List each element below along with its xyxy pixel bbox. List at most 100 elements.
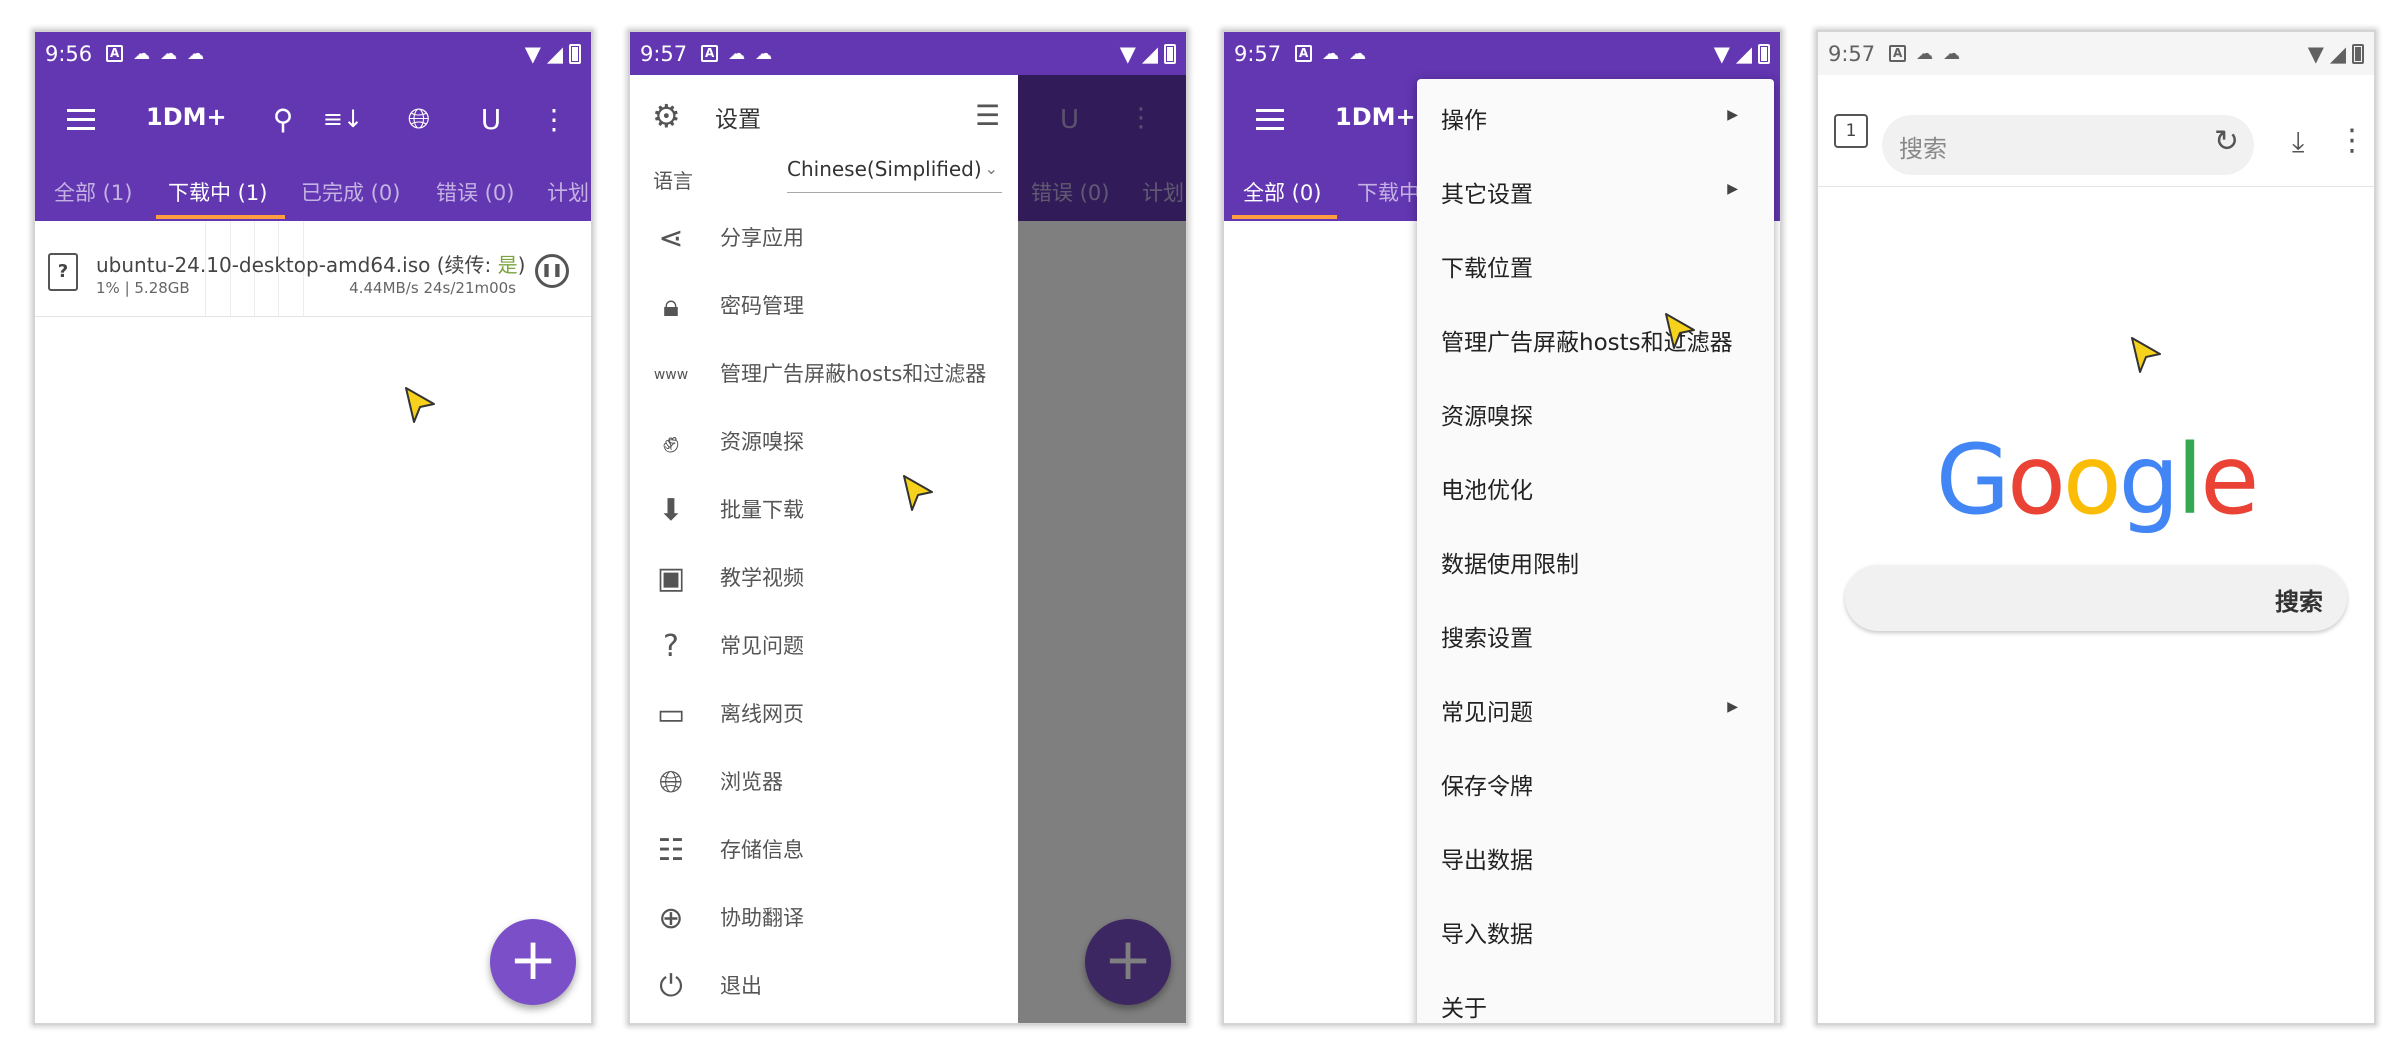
resume-value: 是 <box>497 253 518 277</box>
menu-item-import[interactable]: 导入数据 <box>1417 893 1774 967</box>
faq-icon: ? <box>663 629 679 664</box>
reload-icon[interactable]: ↻ <box>2214 124 2239 159</box>
screen-browser: 9:57 A ☁ ☁ ▼ ◢ 1 搜索 ↻ ⤓ ⋮ Google 搜索 <box>1816 30 2376 1025</box>
notification-a-icon: A <box>106 45 124 62</box>
drawer-item-share[interactable]: ⋖ 分享应用 <box>630 208 1018 268</box>
share-icon: ⋖ <box>658 221 684 256</box>
cloud-icon: ☁ <box>187 43 205 64</box>
globe-icon[interactable]: 🌐︎ <box>397 97 441 141</box>
status-bar: 9:57 A ☁ ☁ ▼ ◢ <box>1818 32 2374 75</box>
download-icon[interactable]: ⤓ <box>2292 125 2304 159</box>
screen-downloads: 9:56 A ☁ ☁ ☁ ▼ ◢ 1DM+ ⚲ ≡↓ 🌐︎ U ⋮ 全部 (1)… <box>33 30 593 1025</box>
menu-item-export[interactable]: 导出数据 <box>1417 819 1774 893</box>
tab-strip: 全部 (1) 下载中 (1) 已完成 (0) 错误 (0) 计划 <box>35 163 591 221</box>
notification-a-icon: A <box>1889 45 1907 62</box>
app-bar: 1DM+ ⚲ ≡↓ 🌐︎ U ⋮ 全部 (1) 下载中 (1) 已完成 (0) … <box>35 75 591 221</box>
tab-completed[interactable]: 已完成 (0) <box>301 177 400 207</box>
drawer-item-storage[interactable]: ☷ 存储信息 <box>630 820 1018 880</box>
filter-settings-icon[interactable]: ☰ <box>975 99 1000 132</box>
magnet-icon[interactable]: U <box>469 97 513 141</box>
language-label: 语言 <box>653 169 693 193</box>
cloud-icon: ☁ <box>728 43 746 64</box>
menu-item-about[interactable]: 关于 <box>1417 967 1774 1023</box>
tab-downloading[interactable]: 下载中 <box>1357 177 1420 207</box>
google-search-box[interactable]: 搜索 <box>1845 565 2347 631</box>
signal-icon: ◢ <box>1141 41 1158 66</box>
tab-indicator <box>156 215 285 219</box>
storage-icon: ☷ <box>657 833 685 868</box>
menu-icon[interactable] <box>59 97 103 141</box>
menu-item-battery[interactable]: 电池优化 <box>1417 449 1774 523</box>
pause-icon[interactable]: ❚❚ <box>535 254 569 288</box>
drawer-item-password[interactable]: 🔒︎ 密码管理 <box>630 276 1018 336</box>
battery-icon <box>2352 43 2364 64</box>
tab-downloading[interactable]: 下载中 (1) <box>168 177 267 207</box>
search-icon[interactable]: ⚲ <box>261 97 305 141</box>
www-icon: www <box>653 367 689 383</box>
toolbar: 1DM+ ⚲ ≡↓ 🌐︎ U ⋮ <box>35 75 591 163</box>
cloud-icon: ☁ <box>1916 43 1934 64</box>
drawer-item-tutorial[interactable]: ▣ 教学视频 <box>630 548 1018 608</box>
drawer-item-offline[interactable]: ▭ 离线网页 <box>630 684 1018 744</box>
download-circle-icon: ⬇ <box>658 493 684 528</box>
app-title: 1DM+ <box>146 103 227 131</box>
menu-item-faq[interactable]: 常见问题 ▶ <box>1417 671 1774 745</box>
menu-item-download-location[interactable]: 下载位置 <box>1417 227 1774 301</box>
drawer-item-browser[interactable]: 🌐︎ 浏览器 <box>630 752 1018 812</box>
cloud-icon: ☁ <box>1349 43 1367 64</box>
google-search-button[interactable]: 搜索 <box>2275 582 2323 617</box>
tab-errors[interactable]: 错误 (0) <box>436 177 514 207</box>
wifi-icon: ▼ <box>2307 41 2324 66</box>
drawer-item-exit[interactable]: ⏻ 退出 <box>630 956 1018 1016</box>
browser-toolbar: 1 搜索 ↻ ⤓ ⋮ <box>1818 75 2374 187</box>
globe-icon: 🌐︎ <box>659 765 683 800</box>
screen-drawer: 9:57 A ☁ ☁ ▼ ◢ U ⋮ 错误 (0) 计划 + ⚙ 设置 ☰ 语言… <box>628 30 1188 1025</box>
tab-scheduled[interactable]: 计划 <box>547 177 589 207</box>
more-vert-icon[interactable]: ⋮ <box>2337 123 2367 158</box>
sort-icon[interactable]: ≡↓ <box>321 97 365 141</box>
menu-item-search-settings[interactable]: 搜索设置 <box>1417 597 1774 671</box>
url-placeholder: 搜索 <box>1899 135 1947 163</box>
download-item[interactable]: ? ubuntu-24.10-desktop-amd64.iso (续传: 是)… <box>35 221 591 317</box>
fist-icon: ✊︎ <box>662 425 680 460</box>
signal-icon: ◢ <box>1735 41 1752 66</box>
status-time: 9:57 <box>1234 41 1282 66</box>
navigation-drawer: ⚙ 设置 ☰ 语言 Chinese(Simplified) ⌄ ⋖ 分享应用 🔒… <box>630 75 1018 1023</box>
menu-item-data-limit[interactable]: 数据使用限制 <box>1417 523 1774 597</box>
cloud-icon: ☁ <box>133 43 151 64</box>
menu-item-save-token[interactable]: 保存令牌 <box>1417 745 1774 819</box>
drawer-item-batch-download[interactable]: ⬇ 批量下载 <box>630 480 1018 540</box>
drawer-item-sniffer[interactable]: ✊︎ 资源嗅探 <box>630 412 1018 472</box>
overflow-menu: 操作 ▶ 其它设置 ▶ 下载位置 管理广告屏蔽hosts和过滤器 资源嗅探 电池… <box>1417 79 1774 1023</box>
menu-item-actions[interactable]: 操作 ▶ <box>1417 79 1774 153</box>
battery-icon <box>1164 43 1176 64</box>
tab-count-button[interactable]: 1 <box>1834 114 1868 148</box>
more-vert-icon[interactable]: ⋮ <box>532 97 576 141</box>
drawer-item-adblock[interactable]: www 管理广告屏蔽hosts和过滤器 <box>630 344 1018 404</box>
resume-label: 续传: <box>444 253 492 277</box>
settings-gear-icon[interactable]: ⚙ <box>652 97 681 135</box>
add-download-button[interactable]: + <box>490 919 576 1005</box>
drawer-title[interactable]: 设置 <box>715 100 761 134</box>
mouse-cursor-icon <box>1665 313 1695 349</box>
menu-item-other-settings[interactable]: 其它设置 ▶ <box>1417 153 1774 227</box>
cloud-icon: ☁ <box>1322 43 1340 64</box>
status-bar: 9:57 A ☁ ☁ ▼ ◢ <box>1224 32 1780 75</box>
mouse-cursor-icon <box>2131 337 2161 373</box>
notification-a-icon: A <box>1295 45 1313 62</box>
mouse-cursor-icon <box>405 387 435 423</box>
submenu-arrow-icon: ▶ <box>1727 181 1738 197</box>
language-select[interactable]: Chinese(Simplified) ⌄ <box>787 157 1002 193</box>
tab-all[interactable]: 全部 (0) <box>1243 177 1321 207</box>
url-search-input[interactable]: 搜索 ↻ <box>1882 115 2254 175</box>
screen-overflow-menu: 9:57 A ☁ ☁ ▼ ◢ 1DM+ 全部 (0) 下载中 操作 ▶ 其它设置… <box>1222 30 1782 1025</box>
drawer-item-translate[interactable]: ⊕ 协助翻译 <box>630 888 1018 948</box>
drawer-item-faq[interactable]: ? 常见问题 <box>630 616 1018 676</box>
menu-item-adblock[interactable]: 管理广告屏蔽hosts和过滤器 <box>1417 301 1774 375</box>
translate-icon: ⊕ <box>658 901 684 936</box>
tab-all[interactable]: 全部 (1) <box>54 177 132 207</box>
menu-item-sniffer[interactable]: 资源嗅探 <box>1417 375 1774 449</box>
menu-icon[interactable] <box>1248 97 1292 141</box>
video-tutorial-icon: ▣ <box>656 561 686 596</box>
battery-icon <box>1758 43 1770 64</box>
